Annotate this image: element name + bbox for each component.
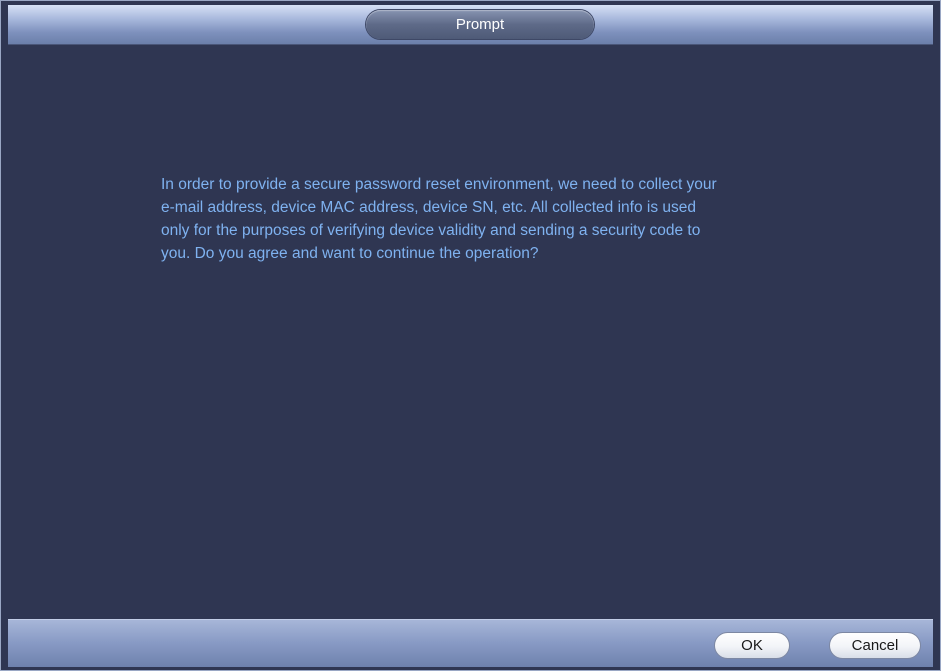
prompt-message: In order to provide a secure password re…	[161, 176, 717, 262]
prompt-dialog: Prompt In order to provide a secure pass…	[0, 0, 941, 671]
dialog-title: Prompt	[366, 10, 594, 39]
cancel-button[interactable]: Cancel	[829, 632, 921, 659]
title-bar: Prompt	[8, 5, 933, 45]
dialog-content: In order to provide a secure password re…	[8, 45, 933, 619]
ok-button[interactable]: OK	[714, 632, 790, 659]
footer-bar: OK Cancel	[8, 619, 933, 667]
